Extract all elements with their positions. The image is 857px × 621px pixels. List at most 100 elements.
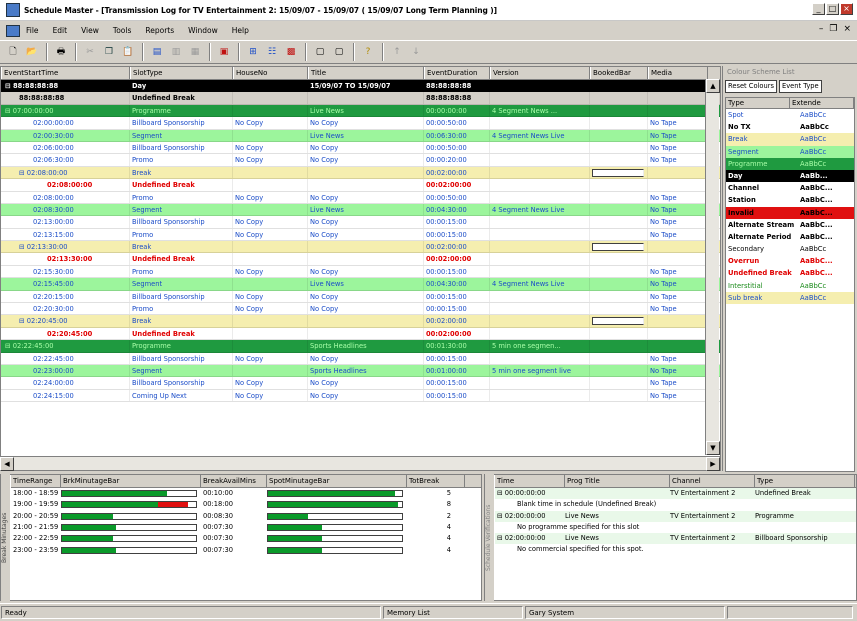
col-header-channel[interactable]: Channel <box>670 475 755 487</box>
verification-row[interactable]: ⊟ 02:00:00:00 Live News TV Entertainment 2… <box>495 533 856 545</box>
break-row[interactable]: 22:00 - 22:59 00:07:30 4 <box>11 533 481 544</box>
break-icon[interactable]: ▩ <box>282 43 300 61</box>
grid-row[interactable]: ⊟ 02:20:45:00 Break 00:02:00:00 <box>1 315 720 328</box>
menu-view[interactable]: View <box>81 26 99 35</box>
col-header-house-no[interactable]: HouseNo <box>233 67 308 79</box>
col-header-time-range[interactable]: TimeRange <box>11 475 61 487</box>
grid-row[interactable]: 02:24:00:00 Billboard Sponsorship No Copy N… <box>1 377 720 390</box>
verification-row[interactable]: No commercial specified for this spot. <box>495 544 856 555</box>
colour-col-extended[interactable]: Extende <box>790 98 854 108</box>
grid-row[interactable]: 02:00:00:00 Billboard Sponsorship No Copy N… <box>1 117 720 130</box>
colour-scheme-item[interactable]: Sub break AaBbCc <box>726 291 854 304</box>
break-row[interactable]: 20:00 - 20:59 00:08:30 2 <box>11 511 481 522</box>
verification-row[interactable]: ⊟ 02:00:00:00 Live News TV Entertainment 2… <box>495 510 856 522</box>
grid-row[interactable]: 02:23:00:00 Segment Sports Headlines 00:01:… <box>1 364 720 378</box>
new-icon[interactable]: 🗋 <box>4 43 22 61</box>
scroll-right-icon[interactable]: ▶ <box>706 457 720 471</box>
grid-row[interactable]: 02:13:00:00 Billboard Sponsorship No Copy N… <box>1 216 720 229</box>
break-row[interactable]: 18:00 - 18:59 00:10:00 5 <box>11 488 481 499</box>
mdi-minimize-button[interactable]: – <box>819 24 824 34</box>
colour-scheme-item[interactable]: Interstitial AaBbCc <box>726 279 854 292</box>
expand-icon[interactable]: ⊟ <box>19 243 27 251</box>
grid-row[interactable]: 02:00:30:00 Segment Live News 00:06:30:00 4 … <box>1 129 720 142</box>
col-header-spot-minutage-bar[interactable]: SpotMinutageBar <box>267 475 407 487</box>
grid-row[interactable]: ⊟ 02:13:30:00 Break 00:02:00:00 <box>1 241 720 254</box>
columns-icon[interactable]: ☷ <box>263 43 281 61</box>
close-button[interactable]: × <box>840 3 853 15</box>
open-icon[interactable]: 📂 <box>23 43 41 61</box>
schedule-verifications-tab[interactable]: Schedule Verifications <box>484 474 494 601</box>
break-row[interactable]: 23:00 - 23:59 00:07:30 4 <box>11 544 481 555</box>
col-header-version[interactable]: Version <box>490 67 590 79</box>
grid-horizontal-scrollbar[interactable]: ◀ ▶ <box>0 456 720 471</box>
verification-row[interactable]: ⊟ 00:00:00:00 TV Entertainment 2 Undefined… <box>495 488 856 500</box>
grid-row[interactable]: 02:13:15:00 Promo No Copy No Copy 00:00:15:0… <box>1 228 720 242</box>
grid-row[interactable]: 02:13:30:00 Undefined Break 00:02:00:00 <box>1 253 720 266</box>
window-b-icon[interactable]: ▢ <box>330 43 348 61</box>
expand-icon[interactable]: ⊟ <box>19 317 27 325</box>
expand-icon[interactable]: ⊟ <box>5 82 13 90</box>
colour-scheme-item[interactable]: Day AaBb... <box>726 169 854 183</box>
grid-row[interactable]: 02:20:15:00 Billboard Sponsorship No Copy N… <box>1 290 720 304</box>
grid-row[interactable]: 02:20:45:00 Undefined Break 00:02:00:00 <box>1 327 720 341</box>
grid-row[interactable]: 88:88:88:88 Undefined Break 88:88:88:88 <box>1 92 720 105</box>
colour-scheme-item[interactable]: Channel AaBbC... <box>726 182 854 195</box>
help-icon[interactable]: ? <box>359 43 377 61</box>
mdi-restore-button[interactable]: ❐ <box>829 24 837 34</box>
col-header-booked-bar[interactable]: BookedBar <box>590 67 648 79</box>
scroll-left-icon[interactable]: ◀ <box>0 457 14 471</box>
col-header-slot-type[interactable]: SlotType <box>130 67 233 79</box>
col-header-media[interactable]: Media <box>648 67 708 79</box>
grid-row[interactable]: 02:24:15:00 Coming Up Next No Copy No Copy 0… <box>1 389 720 403</box>
minimize-button[interactable]: _ <box>812 3 825 15</box>
colour-scheme-item[interactable]: Invalid AaBbC... <box>726 206 854 219</box>
grid-row[interactable]: 02:15:45:00 Segment Live News 00:04:30:00 4 … <box>1 278 720 291</box>
col-header-break-avail[interactable]: BreakAvailMins <box>201 475 267 487</box>
arrow-down-icon[interactable]: ↓ <box>407 43 425 61</box>
maximize-button[interactable]: □ <box>826 3 839 15</box>
break-minutages-tab[interactable]: Break Minutages <box>0 474 10 601</box>
scroll-up-icon[interactable]: ▲ <box>706 79 720 93</box>
scroll-down-icon[interactable]: ▼ <box>706 441 720 455</box>
reset-colours-button[interactable]: Reset Colours <box>725 80 777 93</box>
expand-icon[interactable]: ⊟ <box>5 107 13 115</box>
grid-row[interactable]: ⊟ 88:88:88:88 Day 15/09/07 TO 15/09/07 88:8… <box>1 80 720 93</box>
col-header-start-time[interactable]: EventStartTime <box>1 67 130 79</box>
split-icon[interactable]: ⊞ <box>244 43 262 61</box>
insert-row-icon[interactable]: ▤ <box>148 43 166 61</box>
merge-icon[interactable]: ▦ <box>186 43 204 61</box>
grid-row[interactable]: ⊟ 02:08:00:00 Break 00:02:00:00 <box>1 166 720 180</box>
col-header-title[interactable]: Title <box>308 67 424 79</box>
colour-scheme-item[interactable]: No TX AaBbCc <box>726 121 854 134</box>
menu-tools[interactable]: Tools <box>113 26 131 35</box>
menu-help[interactable]: Help <box>232 26 249 35</box>
window-a-icon[interactable]: ▢ <box>311 43 329 61</box>
expand-icon[interactable]: ⊟ <box>19 169 27 177</box>
col-header-time[interactable]: Time <box>495 475 565 487</box>
verification-row[interactable]: No programme specified for this slot <box>495 522 856 533</box>
grid-vertical-scrollbar[interactable]: ▲ ▼ <box>705 79 720 455</box>
colour-scheme-item[interactable]: Undefined Break AaBbC... <box>726 267 854 280</box>
grid-row[interactable]: 02:15:30:00 Promo No Copy No Copy 00:00:15:0… <box>1 265 720 279</box>
col-header-brk-minutage-bar[interactable]: BrkMinutageBar <box>61 475 201 487</box>
copy-icon[interactable]: ❐ <box>100 43 118 61</box>
grid-row[interactable]: 02:20:30:00 Promo No Copy No Copy 00:00:15:0… <box>1 303 720 316</box>
grid-row[interactable]: 02:08:30:00 Segment Live News 00:04:30:00 4 … <box>1 203 720 217</box>
colour-scheme-item[interactable]: Segment AaBbCc <box>726 145 854 158</box>
delete-row-icon[interactable]: ▥ <box>167 43 185 61</box>
menu-window[interactable]: Window <box>188 26 218 35</box>
grid-row[interactable]: ⊟ 02:22:45:00 Programme Sports Headlines 00… <box>1 340 720 353</box>
event-type-dropdown[interactable]: Event Type <box>779 80 822 93</box>
colour-col-type[interactable]: Type <box>726 98 790 108</box>
colour-scheme-item[interactable]: Spot AaBbCc <box>726 109 854 122</box>
mdi-close-button[interactable]: × <box>843 24 851 34</box>
col-header-type[interactable]: Type <box>755 475 855 487</box>
menu-file[interactable]: File <box>26 26 39 35</box>
col-header-tot-break[interactable]: TotBreak <box>407 475 465 487</box>
colour-scheme-item[interactable]: Station AaBbC... <box>726 194 854 207</box>
break-row[interactable]: 21:00 - 21:59 00:07:30 4 <box>11 522 481 533</box>
expand-icon[interactable]: ⊟ <box>5 342 13 350</box>
paste-icon[interactable]: 📋 <box>119 43 137 61</box>
col-header-duration[interactable]: EventDuration <box>424 67 490 79</box>
colour-scheme-item[interactable]: Programme AaBbCc <box>726 157 854 170</box>
